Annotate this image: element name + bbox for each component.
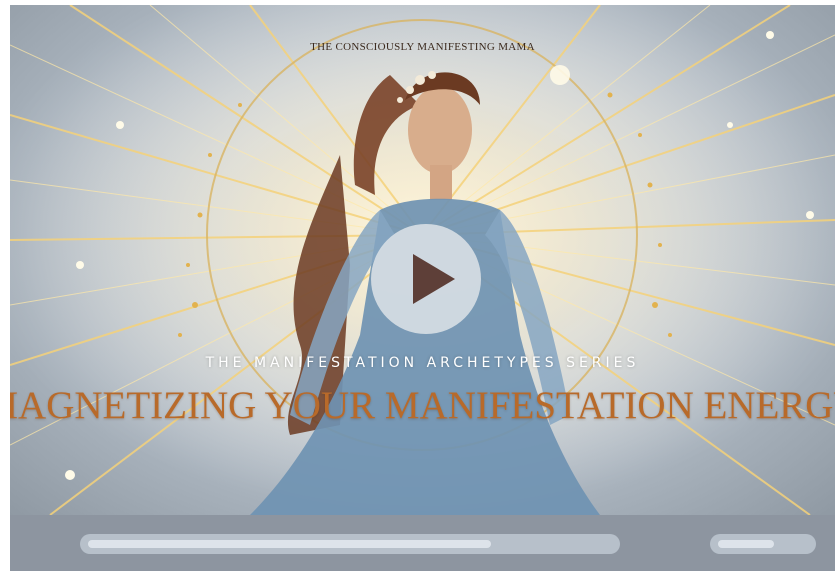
volume-slider[interactable] [710,534,816,554]
progress-fill [88,540,491,548]
video-frame[interactable]: THE CONSCIOUSLY MANIFESTING MAMA THE MAN… [10,5,835,515]
series-subtitle: THE MANIFESTATION ARCHETYPES SERIES [205,355,640,371]
play-icon [413,254,455,304]
video-controls-bar [10,515,835,571]
video-player: THE CONSCIOUSLY MANIFESTING MAMA THE MAN… [10,5,835,571]
volume-fill [718,540,774,548]
video-headline: MAGNETIZING YOUR MANIFESTATION ENERGY [10,384,835,427]
play-button[interactable] [371,224,481,334]
progress-bar[interactable] [80,534,620,554]
brand-title: THE CONSCIOUSLY MANIFESTING MAMA [310,41,535,53]
